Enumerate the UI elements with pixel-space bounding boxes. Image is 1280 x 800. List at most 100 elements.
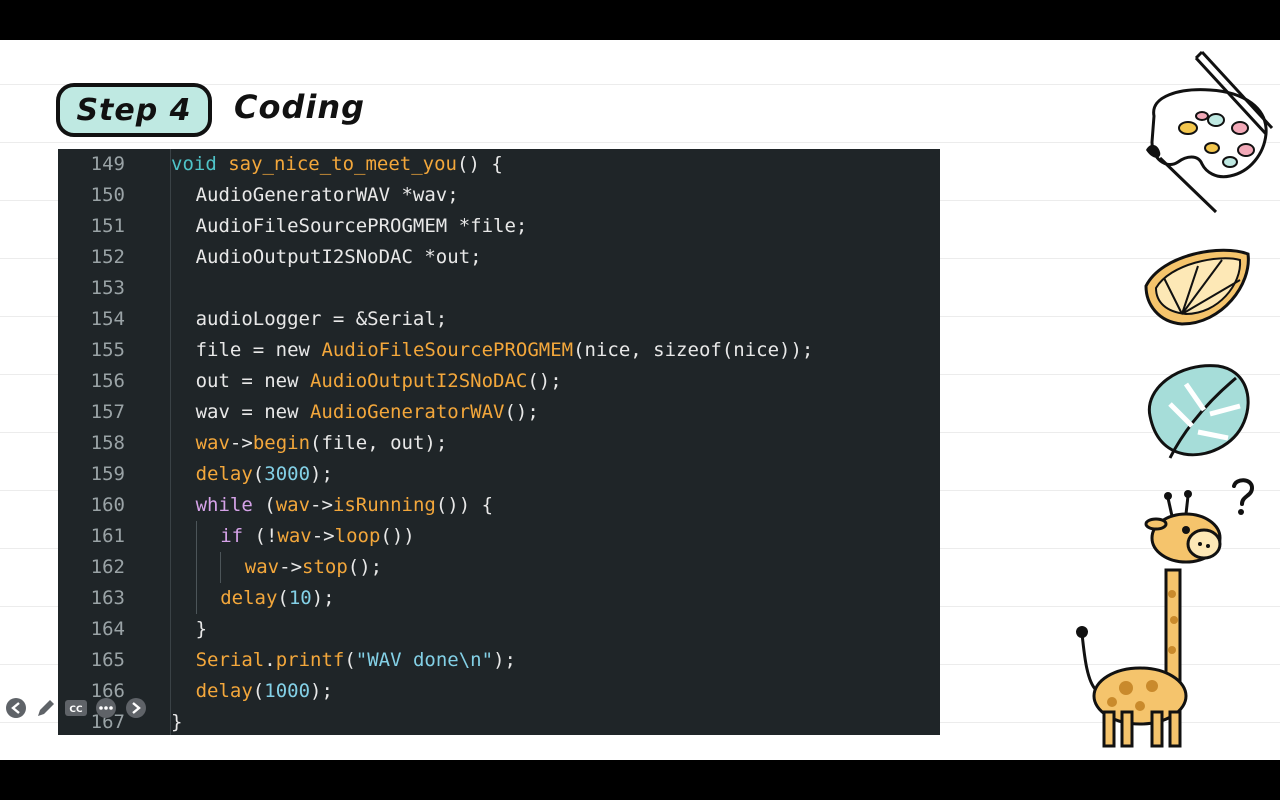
code-token: -> (310, 494, 333, 516)
code-token: delay (195, 680, 253, 702)
code-token: ( (344, 649, 356, 671)
code-text: delay(1000); (196, 676, 333, 707)
code-line: 152 AudioOutputI2SNoDAC *out; (58, 242, 940, 273)
arrow-left-icon (6, 698, 26, 718)
code-line: 153 (58, 273, 940, 304)
code-line: 150 AudioGeneratorWAV *wav; (58, 180, 940, 211)
line-number: 149 (90, 153, 125, 175)
code-token: -> (311, 525, 335, 547)
code-token: file = new (195, 339, 322, 361)
line-number: 158 (90, 432, 125, 454)
line-number: 150 (90, 184, 125, 206)
line-number: 152 (90, 246, 125, 268)
code-token: wav (244, 556, 280, 578)
svg-text:CC: CC (69, 705, 83, 715)
arrow-right-icon (126, 698, 146, 718)
code-text: wav->begin(file, out); (196, 428, 448, 459)
code-token: ); (310, 463, 333, 485)
code-line: 158 wav->begin(file, out); (58, 428, 940, 459)
code-text: } (171, 707, 182, 735)
code-token: (nice, sizeof(nice)); (573, 339, 814, 361)
code-token: audioLogger = &Serial; (195, 308, 448, 330)
code-line: 160 while (wav->isRunning()) { (58, 490, 940, 521)
code-text: out = new AudioOutputI2SNoDAC(); (196, 366, 562, 397)
code-token: void (171, 153, 217, 175)
code-token: (! (243, 525, 278, 547)
line-number: 160 (90, 494, 125, 516)
orange-slice-icon (1144, 248, 1250, 326)
code-token: (file, out); (310, 432, 448, 454)
code-line: 167} (58, 707, 940, 735)
code-token: . (264, 649, 276, 671)
code-line: 155 file = new AudioFileSourcePROGMEM(nic… (58, 335, 940, 366)
code-token: loop (334, 525, 381, 547)
code-text: wav = new AudioGeneratorWAV(); (196, 397, 539, 428)
code-token: (); (347, 556, 383, 578)
code-token: printf (275, 649, 345, 671)
more-options-button[interactable] (94, 696, 118, 720)
code-token: ( (277, 587, 289, 609)
code-line: 151 AudioFileSourcePROGMEM *file; (58, 211, 940, 242)
line-number: 159 (90, 463, 125, 485)
line-number: 165 (90, 649, 125, 671)
code-token: stop (302, 556, 348, 578)
code-token: if (220, 525, 244, 547)
code-token: wav (275, 494, 311, 516)
code-text: if (!wav->loop()) (220, 521, 415, 552)
code-token: } (171, 711, 183, 733)
code-token: "WAV done\n" (355, 649, 494, 671)
indent-guide (220, 552, 222, 583)
code-token: ( (252, 463, 265, 485)
line-number: 156 (90, 370, 125, 392)
line-number: 155 (90, 339, 125, 361)
presentation-slide: Step 4 Coding 149 void say_nice_to_meet_y… (0, 40, 1280, 760)
code-token: out = new (195, 370, 310, 392)
slideshow-controls: CC (4, 696, 148, 720)
question-mark-icon (1232, 478, 1255, 515)
code-line: 154 audioLogger = &Serial; (58, 304, 940, 335)
code-text: file = new AudioFileSourcePROGMEM(nice, … (196, 335, 814, 366)
code-token: } (195, 618, 208, 640)
indent-guide (195, 583, 197, 614)
code-line: 162 wav->stop(); (58, 552, 940, 583)
code-token: 10 (288, 587, 312, 609)
code-token: AudioGeneratorWAV (309, 401, 505, 423)
code-text: delay(10); (220, 583, 334, 614)
cc-icon: CC (65, 700, 87, 716)
code-token: ()) { (435, 494, 494, 516)
code-line: 159 delay(3000); (58, 459, 940, 490)
code-text: while (wav->isRunning()) { (196, 490, 493, 521)
code-token: 3000 (264, 463, 311, 485)
code-line: 149 void say_nice_to_meet_you() { (58, 149, 940, 180)
pen-tool-button[interactable] (34, 696, 58, 720)
code-line: 164} (58, 614, 940, 645)
code-text: audioLogger = &Serial; (196, 304, 448, 335)
code-token: say_nice_to_meet_you (228, 153, 457, 175)
code-token: () { (457, 153, 503, 175)
line-number: 153 (90, 277, 125, 299)
code-token: while (195, 494, 253, 516)
previous-slide-button[interactable] (4, 696, 28, 720)
code-text: AudioOutputI2SNoDAC *out; (196, 242, 482, 273)
code-token: AudioFileSourcePROGMEM *file; (195, 215, 528, 237)
slide-title: Coding (234, 88, 366, 126)
code-token: (); (527, 370, 562, 392)
code-token: ); (311, 587, 335, 609)
code-token: delay (220, 587, 278, 609)
code-token: isRunning (332, 494, 436, 516)
next-slide-button[interactable] (124, 696, 148, 720)
line-number: 157 (90, 401, 125, 423)
code-token: AudioOutputI2SNoDAC (309, 370, 528, 392)
paint-palette-icon (1146, 50, 1274, 214)
code-token: wav = new (195, 401, 310, 423)
code-text: AudioFileSourcePROGMEM *file; (196, 211, 528, 242)
code-token: (); (504, 401, 539, 423)
code-text: Serial.printf("WAV done\n"); (196, 645, 516, 676)
code-token: Serial (195, 649, 265, 671)
code-token: wav (277, 525, 312, 547)
step-label: Step 4 (76, 92, 192, 128)
code-token: wav (195, 432, 230, 454)
captions-button[interactable]: CC (64, 696, 88, 720)
monstera-leaf-icon (1147, 364, 1250, 459)
